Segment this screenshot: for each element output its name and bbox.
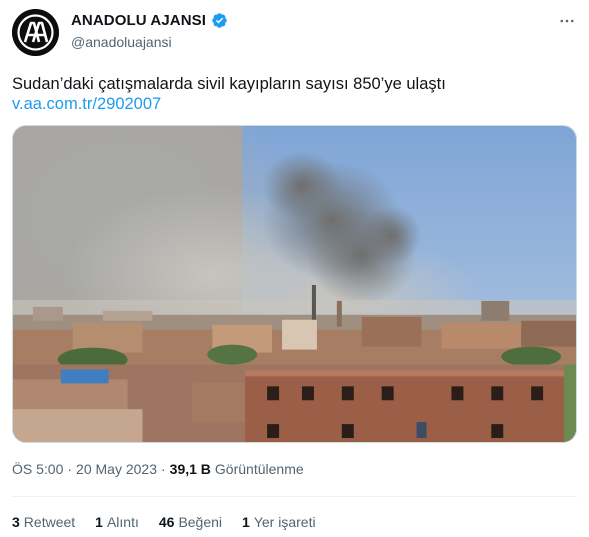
retweets-stat[interactable]: 3 Retweet [12,514,75,530]
tweet-meta-row: ÖS 5:00 · 20 May 2023 · 39,1 B Görüntüle… [12,461,304,477]
views-label: Görüntülenme [214,461,304,477]
avatar[interactable]: AA [12,9,59,56]
engagement-stats: 3 Retweet 1 Alıntı 46 Beğeni 1 Yer işare… [12,514,316,530]
meta-separator: · [67,461,73,477]
tweet-date[interactable]: 20 May 2023 [76,461,157,477]
tweet-link[interactable]: v.aa.com.tr/2902007 [12,94,161,115]
anadolu-agency-logo-icon: AA [12,9,59,56]
tweet: AA ANADOLU AJANSI @anadoluajansi Sudan’d… [0,0,589,537]
divider [12,496,577,497]
verified-badge-icon [211,12,228,29]
tweet-media-photo[interactable] [12,125,577,443]
photo-smoke-over-city-icon [13,126,576,442]
retweets-label: Retweet [23,514,76,530]
quotes-count: 1 [95,514,103,530]
likes-label: Beğeni [178,514,223,530]
tweet-time[interactable]: ÖS 5:00 [12,461,63,477]
avatar-letters: AA [12,9,14,10]
bookmarks-label: Yer işareti [253,514,316,530]
quotes-stat[interactable]: 1 Alıntı [95,514,139,530]
bookmarks-count: 1 [242,514,250,530]
handle[interactable]: @anadoluajansi [71,34,172,50]
meta-separator: · [161,461,166,477]
quotes-label: Alıntı [106,514,139,530]
views-count: 39,1 B [169,461,211,477]
display-name[interactable]: ANADOLU AJANSI [71,12,206,29]
tweet-text: Sudan’daki çatışmalarda sivil kayıpların… [12,75,446,93]
likes-stat[interactable]: 46 Beğeni [159,514,222,530]
bookmarks-stat[interactable]: 1 Yer işareti [242,514,316,530]
more-options-button[interactable] [553,10,581,32]
more-horizontal-icon [560,19,574,23]
likes-count: 46 [158,514,175,530]
retweets-count: 3 [12,514,20,530]
author-name-row: ANADOLU AJANSI [71,12,228,29]
